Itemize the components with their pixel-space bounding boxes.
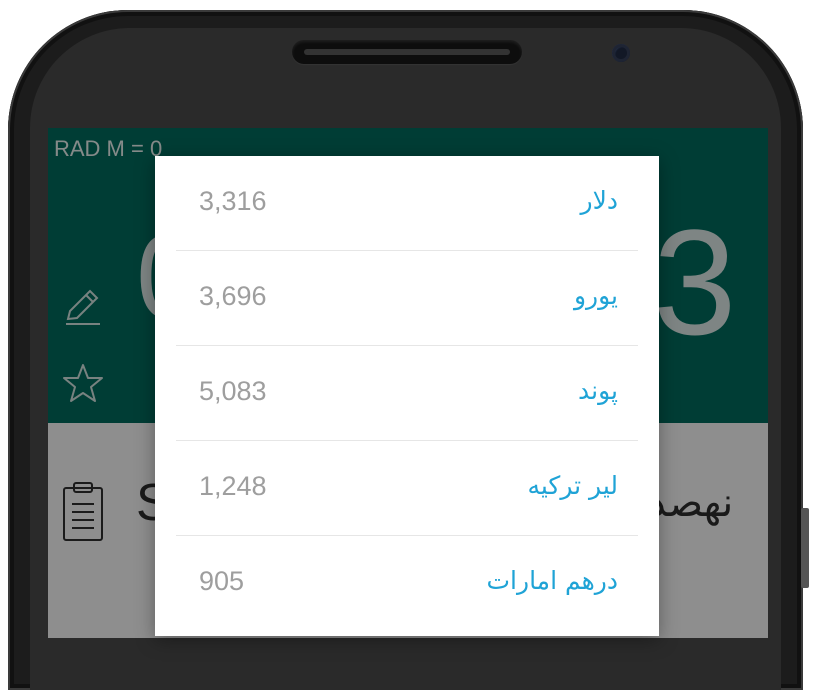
currency-conversion-dialog: 3,316 دلار 3,696 یورو 5,083 پوند 1,248 ل… — [155, 156, 659, 636]
currency-name: لیر ترکیه — [527, 471, 618, 500]
converted-value: 1,248 — [199, 471, 267, 501]
list-item[interactable]: 3,316 دلار — [176, 156, 638, 251]
earpiece-speaker — [292, 40, 522, 64]
currency-name: پوند — [578, 376, 618, 405]
list-item[interactable]: 1,248 لیر ترکیه — [176, 441, 638, 536]
converted-value: 5,083 — [199, 376, 267, 406]
currency-name: درهم امارات — [486, 566, 618, 595]
converted-value: 3,696 — [199, 281, 267, 311]
converted-value: 905 — [199, 566, 245, 596]
front-camera — [612, 44, 630, 62]
side-volume-button — [801, 508, 809, 588]
list-item[interactable]: 3,696 یورو — [176, 251, 638, 346]
currency-name: دلار — [580, 186, 618, 215]
converted-value: 3,316 — [199, 186, 267, 216]
list-item[interactable]: 905 درهم امارات — [176, 536, 638, 631]
currency-name: یورو — [573, 281, 618, 310]
list-item[interactable]: 5,083 پوند — [176, 346, 638, 441]
